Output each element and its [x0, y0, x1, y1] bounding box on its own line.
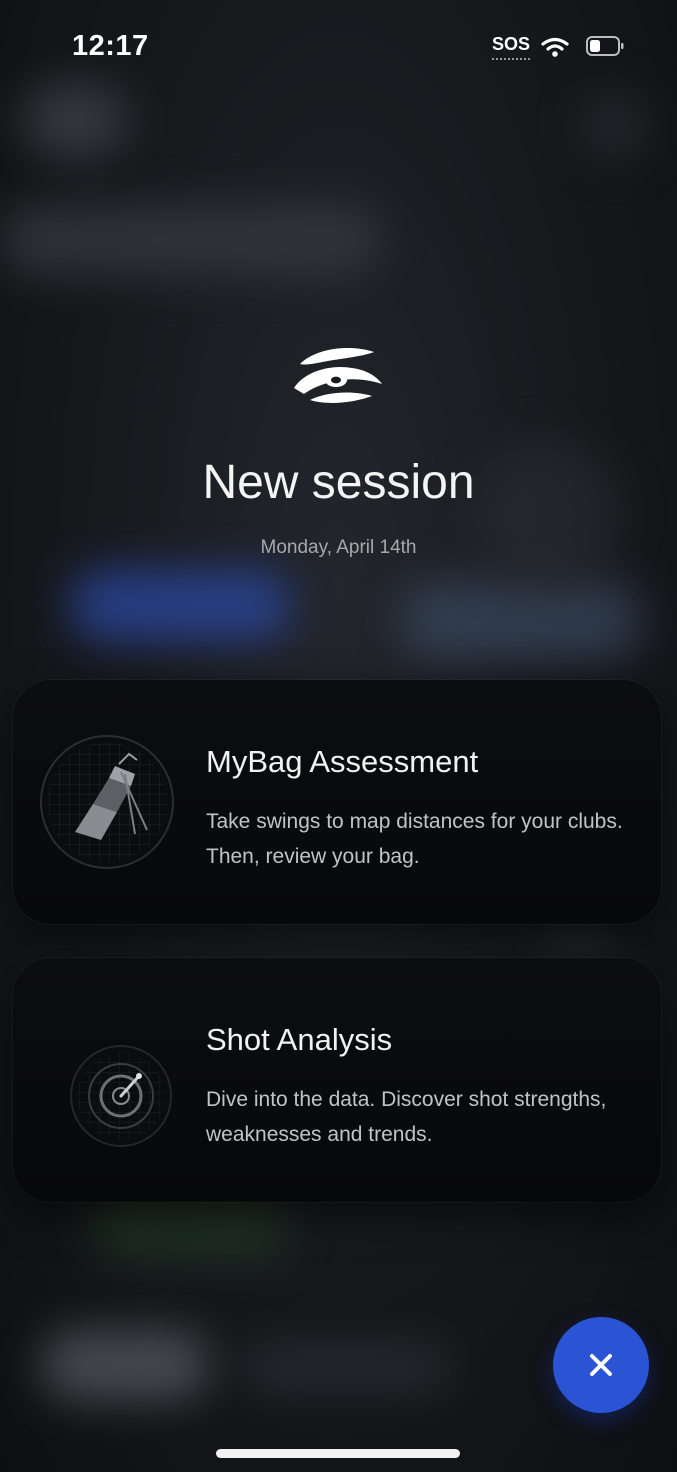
close-button[interactable]	[553, 1317, 649, 1413]
shot-analysis-card[interactable]: Shot Analysis Dive into the data. Discov…	[13, 958, 661, 1202]
blurred-background-shape	[0, 205, 380, 275]
option-title: Shot Analysis	[206, 1022, 393, 1057]
sos-indicator: SOS	[492, 34, 531, 60]
new-session-screen: 12:17 SOS New session Monday, April 14th	[0, 0, 677, 1472]
wifi-icon	[541, 37, 569, 57]
page-title: New session	[202, 456, 475, 509]
golf-bag-icon	[40, 735, 174, 869]
battery-icon	[586, 36, 624, 56]
blurred-background-shape	[240, 1345, 450, 1390]
blurred-background-shape	[540, 920, 620, 960]
home-indicator[interactable]	[216, 1449, 460, 1458]
blurred-background-shape	[580, 90, 650, 160]
status-bar: 12:17 SOS	[0, 0, 677, 100]
blurred-background-shape	[40, 1330, 210, 1400]
status-time: 12:17	[72, 30, 149, 62]
option-description: Take swings to map distances for your cl…	[206, 810, 623, 868]
blurred-background-shape	[400, 580, 640, 660]
app-logo-icon	[294, 348, 382, 403]
blurred-background-shape	[70, 570, 290, 640]
session-date: Monday, April 14th	[260, 537, 417, 558]
radar-icon	[70, 1045, 172, 1147]
mybag-assessment-card[interactable]: MyBag Assessment Take swings to map dist…	[13, 680, 661, 924]
option-title: MyBag Assessment	[206, 744, 479, 779]
close-icon	[590, 1354, 612, 1376]
option-description: Dive into the data. Discover shot streng…	[206, 1088, 607, 1146]
